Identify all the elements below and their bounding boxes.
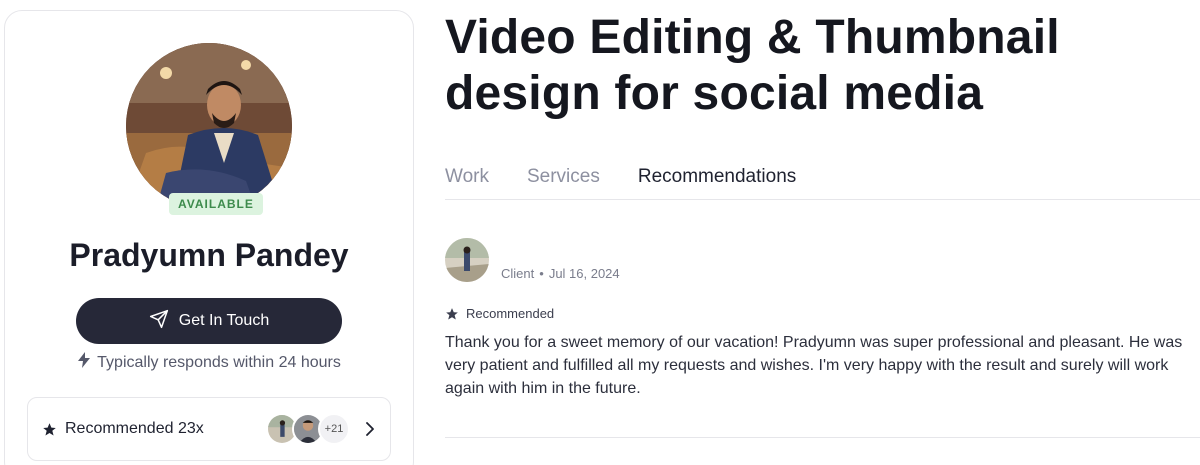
more-recommenders-count: +21 <box>318 413 350 445</box>
freelancer-profile-page: AVAILABLE Pradyumn Pandey Get In Touch T… <box>0 0 1200 465</box>
response-time: Typically responds within 24 hours <box>5 352 413 373</box>
tab-work[interactable]: Work <box>445 166 489 188</box>
tabs-divider <box>445 199 1200 200</box>
recommendations-summary-button[interactable]: Recommended 23x +21 <box>27 397 391 461</box>
profile-card: AVAILABLE Pradyumn Pandey Get In Touch T… <box>4 10 414 465</box>
project-title: Video Editing & Thumbnail design for soc… <box>445 11 1060 120</box>
chevron-right-icon <box>364 422 376 436</box>
reviewer-avatar <box>445 238 489 282</box>
availability-badge: AVAILABLE <box>169 193 263 215</box>
review-meta: Client • Jul 16, 2024 <box>501 266 620 281</box>
review-date: Jul 16, 2024 <box>548 266 620 281</box>
profile-avatar <box>126 43 292 209</box>
reviewer-role: Client <box>501 266 535 281</box>
meta-separator: • <box>539 266 544 281</box>
paper-plane-icon <box>149 309 169 334</box>
recommender-avatars: +21 <box>266 413 350 445</box>
review-divider <box>445 437 1200 438</box>
recommendations-count: Recommended 23x <box>65 420 204 437</box>
star-icon <box>445 307 459 321</box>
get-in-touch-button[interactable]: Get In Touch <box>76 298 342 344</box>
recommended-tag-label: Recommended <box>466 306 555 321</box>
response-time-text: Typically responds within 24 hours <box>97 353 341 371</box>
get-in-touch-label: Get In Touch <box>178 312 270 329</box>
tab-recommendations[interactable]: Recommendations <box>638 166 796 188</box>
lightning-icon <box>77 352 91 373</box>
recommended-tag: Recommended <box>445 306 554 321</box>
star-icon <box>42 422 57 437</box>
review-text: Thank you for a sweet memory of our vaca… <box>445 334 1183 397</box>
tab-services[interactable]: Services <box>527 166 600 188</box>
profile-tabs: Work Services Recommendations <box>445 166 796 188</box>
profile-name: Pradyumn Pandey <box>69 237 349 273</box>
